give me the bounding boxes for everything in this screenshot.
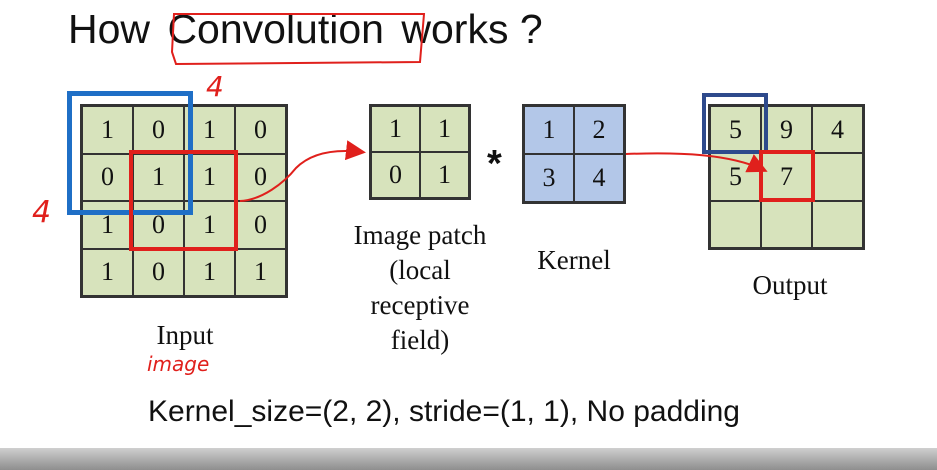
bottom-bar [0,448,937,470]
footer-caption: Kernel_size=(2, 2), stride=(1, 1), No pa… [148,395,740,428]
arrow-kernel-to-output [625,152,768,173]
title-highlight-box [170,13,426,66]
slide: How Convolution works ? 1 0 1 0 0 1 1 0 … [0,0,937,470]
arrow-input-to-patch [239,140,366,202]
